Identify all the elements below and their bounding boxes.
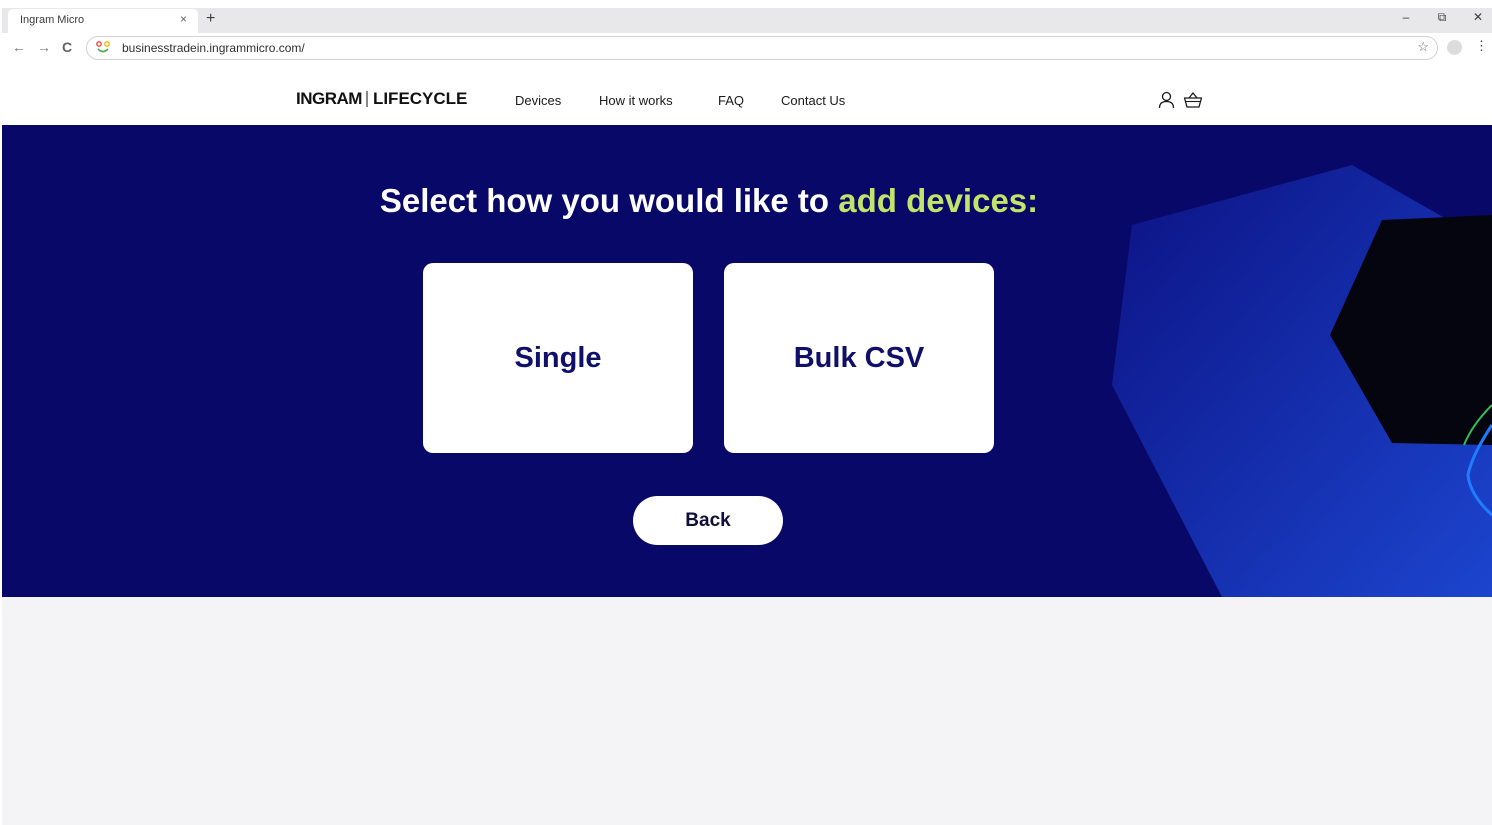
hero-title-accent: add devices: <box>838 182 1039 219</box>
site-info-icon[interactable] <box>95 40 111 54</box>
address-bar[interactable]: businesstradein.ingrammicro.com/ ☆ <box>86 36 1438 60</box>
logo-lifecycle-text: LIFECYCLE <box>372 89 468 108</box>
browser-toolbar: ← → C businesstradein.ingrammicro.com/ ☆… <box>2 33 1492 63</box>
nav-contact-us[interactable]: Contact Us <box>781 93 845 108</box>
tab-title: Ingram Micro <box>20 14 85 26</box>
hero-title-main: Select how you would like to <box>379 182 839 219</box>
forward-arrow-icon[interactable]: → <box>37 39 51 55</box>
hero-title: Select how you would like to add devices… <box>2 182 1416 220</box>
ingram-lifecycle-logo[interactable]: INGRAM LIFECYCLE <box>296 89 467 109</box>
nav-faq[interactable]: FAQ <box>718 93 744 108</box>
profile-avatar[interactable] <box>1447 40 1462 55</box>
nav-devices[interactable]: Devices <box>515 93 561 108</box>
basket-icon[interactable] <box>1183 91 1203 109</box>
url-text: businesstradein.ingrammicro.com/ <box>122 41 305 55</box>
tab-strip: Ingram Micro × + – ⧉ ✕ <box>2 8 1492 33</box>
logo-ingram-text: INGRAM <box>296 89 362 108</box>
browser-window: Ingram Micro × + – ⧉ ✕ ← → C businesstra… <box>2 8 1492 825</box>
single-option-card[interactable]: Single <box>423 263 693 453</box>
site-header: INGRAM LIFECYCLE Devices How it works FA… <box>2 63 1492 125</box>
restore-button[interactable]: ⧉ <box>1434 10 1450 25</box>
browser-menu-icon[interactable]: ⋮ <box>1475 38 1488 54</box>
nav-how-it-works[interactable]: How it works <box>599 93 673 108</box>
single-option-label: Single <box>514 341 602 374</box>
reload-icon[interactable]: C <box>62 39 72 55</box>
minimize-button[interactable]: – <box>1398 10 1414 24</box>
bulk-csv-option-card[interactable]: Bulk CSV <box>724 263 994 453</box>
hero-section: Select how you would like to add devices… <box>2 125 1492 597</box>
bulk-csv-option-label: Bulk CSV <box>793 341 925 374</box>
close-window-button[interactable]: ✕ <box>1470 10 1486 24</box>
back-button[interactable]: Back <box>633 496 783 545</box>
tab-close-icon[interactable]: × <box>180 12 187 26</box>
back-arrow-icon[interactable]: ← <box>12 39 26 55</box>
browser-tab[interactable]: Ingram Micro × <box>8 9 198 33</box>
new-tab-button[interactable]: + <box>206 10 215 28</box>
user-account-icon[interactable] <box>1158 91 1175 109</box>
bookmark-star-icon[interactable]: ☆ <box>1417 39 1429 55</box>
logo-divider <box>365 91 368 107</box>
page-lower-area <box>2 597 1492 825</box>
